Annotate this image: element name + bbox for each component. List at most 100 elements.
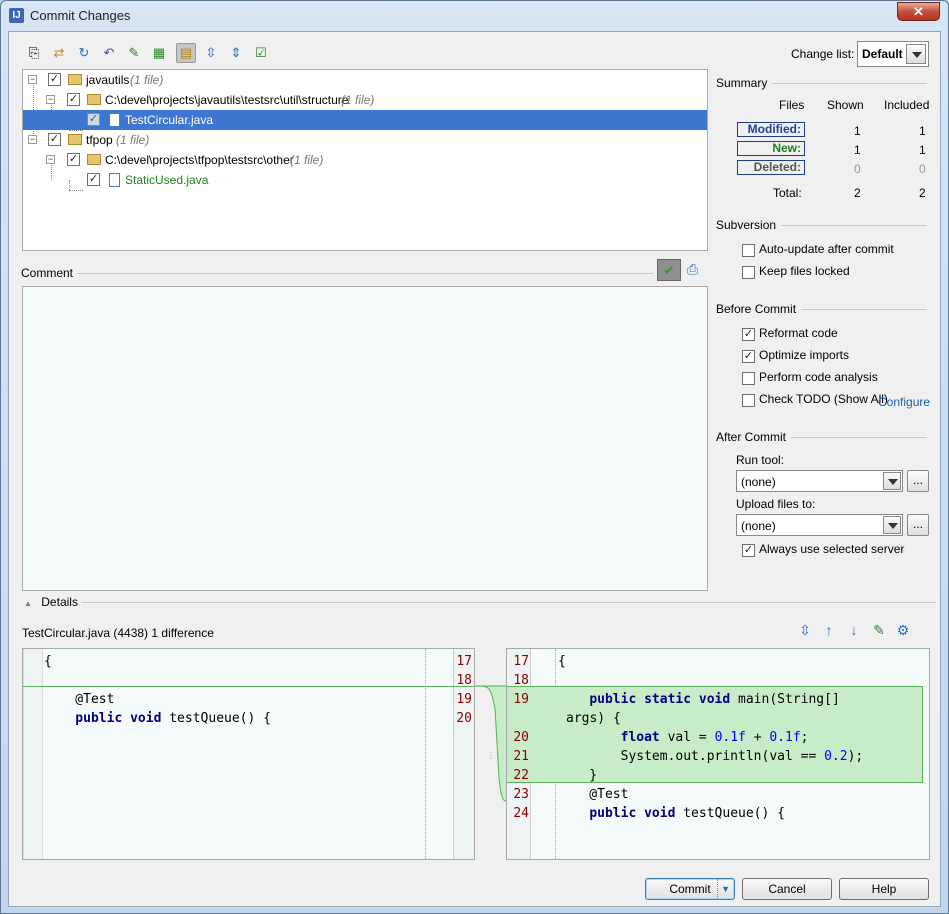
include-checkbox[interactable]: ✓ (67, 93, 80, 106)
code-line: @Test (558, 787, 629, 802)
code-line: { (558, 654, 566, 669)
collapse-toggle-icon[interactable]: − (28, 135, 37, 144)
file-count: (1 file) (290, 153, 324, 167)
gear-icon[interactable]: ⚙ (893, 622, 913, 639)
upload-select[interactable]: (none) (736, 514, 903, 536)
line-number: 19 (513, 692, 529, 707)
keep-locked-checkbox[interactable] (742, 266, 755, 279)
commit-button[interactable]: Commit ▼ (645, 878, 735, 900)
edit-source-icon[interactable]: ✎ (869, 622, 889, 639)
run-tool-browse-button[interactable]: ... (907, 470, 929, 492)
analysis-checkbox[interactable] (742, 372, 755, 385)
close-button[interactable]: ✕ (897, 2, 940, 21)
summary-modified-shown: 1 (854, 124, 861, 138)
revert-icon[interactable]: ↶ (99, 43, 119, 63)
code-line: float val = 0.1f + 0.1f; (620, 730, 809, 745)
changes-tree[interactable]: − ✓ javautils (1 file) − ✓ C:\devel\proj… (22, 69, 708, 251)
line-number: 20 (513, 730, 529, 745)
auto-update-checkbox[interactable] (742, 244, 755, 257)
show-diff-icon[interactable]: ⎘ (24, 43, 44, 63)
details-toggle[interactable]: ▲ Details (24, 595, 78, 609)
separator (801, 309, 927, 310)
tree-row-tfpop[interactable]: − ✓ tfpop (1 file) (23, 130, 707, 150)
reformat-option[interactable]: ✓ Reformat code (742, 326, 838, 341)
show-diff-window-icon[interactable]: ▦ (149, 43, 169, 63)
code-line: System.out.println(val == 0.2); (558, 749, 864, 764)
always-use-option[interactable]: ✓ Always use selected server (742, 542, 904, 557)
commit-message-input[interactable] (22, 286, 708, 591)
tree-row-testcircular[interactable]: ✓ TestCircular.java (23, 110, 707, 130)
changelist-dropdown[interactable]: Default (857, 41, 929, 67)
collapse-toggle-icon[interactable]: − (46, 155, 55, 164)
tree-row-other-dir[interactable]: − ✓ C:\devel\projects\tfpop\testsrc\othe… (23, 150, 707, 170)
optimize-option[interactable]: ✓ Optimize imports (742, 348, 850, 363)
title-bar[interactable]: IJ Commit Changes ✕ (1, 1, 948, 31)
upload-label: Upload files to: (736, 497, 816, 511)
summary-total-shown: 2 (854, 186, 861, 200)
diff-file-label: TestCircular.java (4438) 1 difference (22, 626, 214, 640)
group-by-directory-icon[interactable]: ▤ (176, 43, 196, 63)
chevron-down-icon[interactable] (883, 516, 901, 534)
summary-new-label[interactable]: New: (737, 141, 805, 156)
todo-checkbox[interactable] (742, 394, 755, 407)
chevron-down-icon[interactable] (883, 472, 901, 490)
collapse-toggle-icon[interactable]: − (28, 75, 37, 84)
upload-value: (none) (741, 519, 776, 533)
keep-locked-option[interactable]: Keep files locked (742, 264, 850, 279)
subversion-title: Subversion (716, 218, 777, 232)
expand-all-icon[interactable]: ⇳ (795, 622, 815, 639)
summary-deleted-label[interactable]: Deleted: (737, 160, 805, 175)
include-checkbox[interactable]: ✓ (87, 173, 100, 186)
move-to-changelist-icon[interactable]: ⇄ (49, 43, 69, 63)
diff-left-pane[interactable]: { @Test public void testQueue() { 17 18 … (22, 648, 475, 860)
commit-options-dropdown-icon[interactable]: ▼ (717, 879, 730, 899)
always-use-checkbox[interactable]: ✓ (742, 544, 755, 557)
analysis-option[interactable]: Perform code analysis (742, 370, 878, 385)
expand-all-icon[interactable]: ⇳ (201, 43, 221, 63)
code-line: args) { (566, 711, 621, 726)
line-number: 20 (456, 711, 472, 726)
module-folder-icon (68, 134, 82, 145)
tree-row-structure-dir[interactable]: − ✓ C:\devel\projects\javautils\testsrc\… (23, 90, 707, 110)
code-line: public void testQueue() { (44, 711, 271, 726)
window-title: Commit Changes (30, 8, 131, 23)
select-all-icon[interactable]: ☑ (251, 43, 271, 63)
chevron-down-icon[interactable] (906, 44, 926, 64)
tree-row-staticused[interactable]: ✓ StaticUsed.java (23, 170, 707, 190)
svg-text:⋮: ⋮ (487, 751, 495, 760)
code-line: { (44, 654, 52, 669)
cancel-button[interactable]: Cancel (742, 878, 832, 900)
reformat-checkbox[interactable]: ✓ (742, 328, 755, 341)
summary-modified-label[interactable]: Modified: (737, 122, 805, 137)
include-checkbox[interactable]: ✓ (48, 73, 61, 86)
include-checkbox[interactable]: ✓ (87, 113, 100, 126)
changelist-value: Default (862, 47, 903, 61)
edit-source-icon[interactable]: ✎ (124, 43, 144, 63)
help-button[interactable]: Help (839, 878, 929, 900)
run-tool-select[interactable]: (none) (736, 470, 903, 492)
todo-option[interactable]: Check TODO (Show All) (742, 392, 888, 407)
diff-right-pane[interactable]: 17 18 19 20 21 22 23 24 { public static … (506, 648, 930, 860)
upload-browse-button[interactable]: ... (907, 514, 929, 536)
include-checkbox[interactable]: ✓ (48, 133, 61, 146)
refresh-icon[interactable]: ↻ (74, 43, 94, 63)
optimize-label: Optimize imports (759, 348, 850, 362)
spellcheck-icon[interactable]: ✔ (657, 259, 681, 281)
next-difference-icon[interactable]: ↓ (844, 622, 864, 638)
keep-locked-label: Keep files locked (759, 264, 850, 278)
summary-deleted-included: 0 (919, 162, 926, 176)
separator (77, 273, 653, 274)
tree-row-javautils[interactable]: − ✓ javautils (1 file) (23, 70, 707, 90)
include-checkbox[interactable]: ✓ (67, 153, 80, 166)
diff-connector: ⋮ (475, 685, 506, 802)
previous-difference-icon[interactable]: ↑ (819, 622, 839, 638)
file-count: (1 file) (341, 93, 375, 107)
optimize-checkbox[interactable]: ✓ (742, 350, 755, 363)
auto-update-option[interactable]: Auto-update after commit (742, 242, 894, 257)
configure-link[interactable]: Configure (878, 395, 930, 409)
collapse-all-icon[interactable]: ⇕ (226, 43, 246, 63)
java-file-icon (109, 173, 120, 187)
summary-title: Summary (716, 76, 768, 90)
commit-message-history-icon[interactable]: ⎙ (687, 261, 698, 278)
collapse-toggle-icon[interactable]: − (46, 95, 55, 104)
